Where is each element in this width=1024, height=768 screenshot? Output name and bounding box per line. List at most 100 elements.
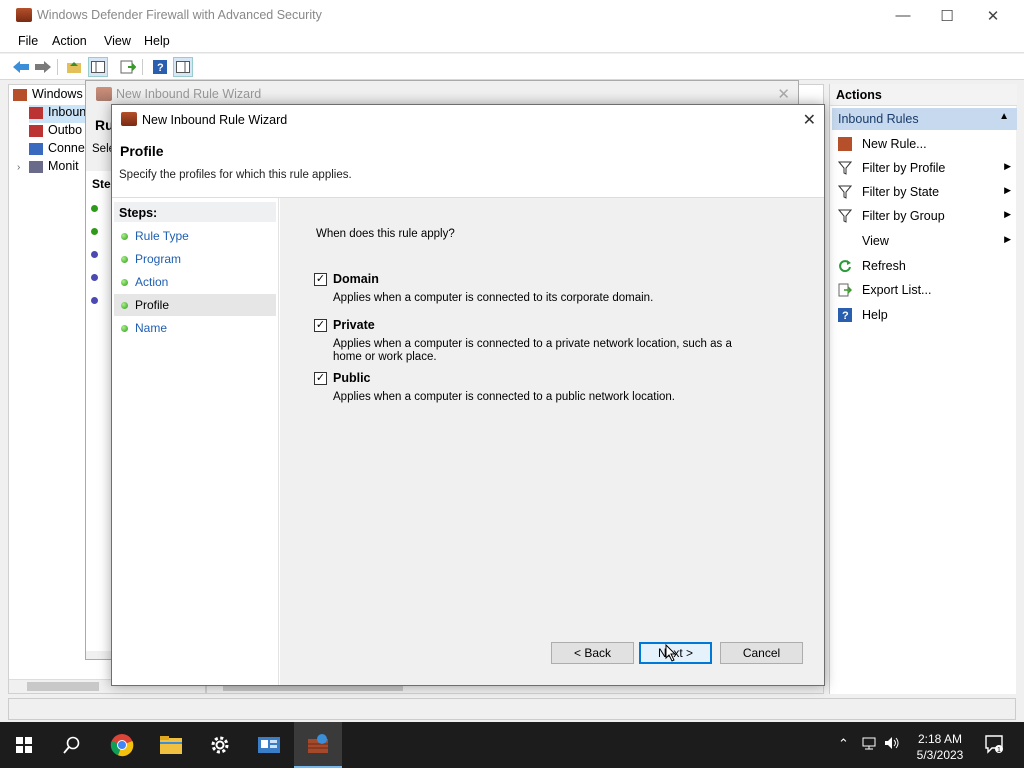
- help-icon[interactable]: ?: [150, 57, 170, 77]
- svg-text:?: ?: [842, 310, 849, 322]
- menu-action[interactable]: Action: [52, 34, 87, 48]
- control-panel-taskbar-button[interactable]: [245, 722, 293, 768]
- actions-group-inbound-rules[interactable]: Inbound Rules ▲: [832, 108, 1017, 130]
- action-filter-by-state[interactable]: Filter by State ▶: [832, 180, 1017, 204]
- filter-icon: [837, 185, 853, 199]
- tree-root[interactable]: Windows: [13, 87, 93, 105]
- public-label[interactable]: Public: [333, 371, 371, 385]
- tree-item-connection-security[interactable]: Conne: [29, 141, 89, 159]
- public-checkbox[interactable]: ✓: [314, 372, 327, 385]
- step-rule-type[interactable]: Rule Type: [114, 225, 276, 247]
- clock-date: 5/3/2023: [916, 748, 964, 762]
- server-manager-icon: [258, 737, 280, 753]
- action-refresh[interactable]: Refresh: [832, 254, 1017, 278]
- tree-item-monitoring[interactable]: Monit: [29, 159, 89, 177]
- domain-checkbox[interactable]: ✓: [314, 273, 327, 286]
- new-inbound-rule-wizard: New Inbound Rule Wizard ✕ Profile Specif…: [111, 104, 825, 686]
- private-label[interactable]: Private: [333, 318, 375, 332]
- inbound-rules-icon: [29, 106, 43, 119]
- wizard-description: Specify the profiles for which this rule…: [119, 169, 352, 181]
- back-arrow-icon[interactable]: [11, 57, 31, 77]
- action-filter-by-profile[interactable]: Filter by Profile ▶: [832, 156, 1017, 180]
- firewall-taskbar-button[interactable]: [294, 722, 342, 768]
- expand-chevron-icon[interactable]: ›: [17, 162, 20, 173]
- firewall-app-icon: [16, 8, 32, 22]
- wizard-close-button[interactable]: ✕: [803, 110, 816, 130]
- forward-arrow-icon[interactable]: [33, 57, 53, 77]
- monitoring-icon: [29, 160, 43, 173]
- gear-icon: [211, 736, 229, 754]
- settings-taskbar-button[interactable]: [196, 722, 244, 768]
- action-filter-by-group[interactable]: Filter by Group ▶: [832, 204, 1017, 228]
- export-icon: [838, 283, 853, 297]
- step-program[interactable]: Program: [114, 248, 276, 270]
- back-button[interactable]: < Back: [551, 642, 634, 664]
- volume-icon[interactable]: [884, 736, 900, 753]
- title-bar: Windows Defender Firewall with Advanced …: [0, 0, 1024, 31]
- svg-text:?: ?: [157, 62, 164, 74]
- filter-icon: [837, 209, 853, 223]
- step-dot-icon: [121, 302, 128, 309]
- search-button[interactable]: [48, 722, 96, 768]
- action-view[interactable]: View ▶: [832, 229, 1017, 253]
- show-hide-tree-icon[interactable]: [88, 57, 108, 77]
- menu-help[interactable]: Help: [144, 34, 170, 48]
- action-help[interactable]: ? Help: [832, 303, 1017, 327]
- start-button[interactable]: [0, 722, 48, 768]
- background-wizard-close-button[interactable]: ✕: [777, 85, 790, 103]
- network-icon[interactable]: [862, 736, 878, 753]
- firewall-icon: [13, 88, 27, 101]
- cancel-button[interactable]: Cancel: [720, 642, 803, 664]
- help-icon: ?: [838, 308, 852, 322]
- wizard-title: New Inbound Rule Wizard: [142, 113, 288, 127]
- firewall-icon: [308, 734, 328, 753]
- menu-bar: File Action View Help: [0, 31, 1024, 53]
- submenu-arrow-icon: ▶: [1004, 234, 1011, 244]
- outbound-rules-icon: [29, 124, 43, 137]
- minimize-button[interactable]: —: [880, 0, 926, 31]
- actions-pane: Actions Inbound Rules ▲ New Rule... Filt…: [829, 84, 1017, 694]
- notifications-icon[interactable]: 1: [984, 734, 1004, 757]
- submenu-arrow-icon: ▶: [1004, 209, 1011, 219]
- wizard-content: When does this rule apply? ✓ Domain Appl…: [280, 198, 824, 685]
- show-hide-action-pane-icon[interactable]: [173, 57, 193, 77]
- maximize-button[interactable]: ☐: [924, 0, 970, 31]
- search-icon: [63, 736, 80, 754]
- step-name[interactable]: Name: [114, 317, 276, 339]
- question-text: When does this rule apply?: [316, 228, 455, 240]
- step-profile[interactable]: Profile: [114, 294, 276, 316]
- close-button[interactable]: ✕: [970, 0, 1016, 31]
- scrollbar-thumb[interactable]: [27, 682, 99, 691]
- step-dot-icon: [121, 279, 128, 286]
- up-folder-icon[interactable]: [64, 57, 84, 77]
- refresh-icon: [838, 259, 852, 273]
- status-bar: [8, 698, 1016, 720]
- actions-header: Actions: [830, 84, 1017, 106]
- clock-time: 2:18 AM: [917, 732, 963, 746]
- private-checkbox[interactable]: ✓: [314, 319, 327, 332]
- taskbar: ⌃ 2:18 AM 5/3/2023 1: [0, 722, 1024, 768]
- file-explorer-taskbar-button[interactable]: [147, 722, 195, 768]
- step-action[interactable]: Action: [114, 271, 276, 293]
- system-clock[interactable]: 2:18 AM 5/3/2023: [900, 731, 980, 763]
- windows-logo-icon: [16, 737, 32, 753]
- folder-icon: [160, 736, 182, 754]
- action-new-rule[interactable]: New Rule...: [832, 132, 1017, 156]
- menu-file[interactable]: File: [18, 34, 38, 48]
- action-export-list[interactable]: Export List...: [832, 278, 1017, 302]
- tray-expand-chevron-icon[interactable]: ⌃: [838, 736, 849, 752]
- export-list-icon[interactable]: [118, 57, 138, 77]
- step-dot-icon: [91, 251, 98, 258]
- menu-view[interactable]: View: [104, 34, 131, 48]
- tree-item-outbound-rules[interactable]: Outbo: [29, 123, 89, 141]
- private-description: Applies when a computer is connected to …: [333, 338, 732, 363]
- window-title: Windows Defender Firewall with Advanced …: [37, 8, 322, 22]
- toolbar: ?: [0, 54, 1024, 80]
- step-dot-icon: [91, 297, 98, 304]
- steps-title: Steps:: [114, 202, 276, 222]
- domain-label[interactable]: Domain: [333, 272, 379, 286]
- tree-item-inbound-rules[interactable]: Inboun: [29, 105, 89, 123]
- chrome-taskbar-button[interactable]: [98, 722, 146, 768]
- collapse-triangle-icon[interactable]: ▲: [999, 111, 1009, 122]
- step-dot-icon: [121, 256, 128, 263]
